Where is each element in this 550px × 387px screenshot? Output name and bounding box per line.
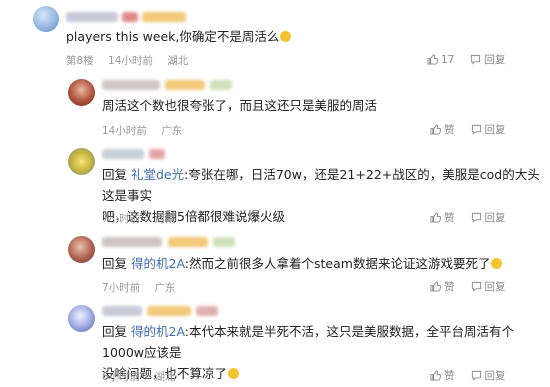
reply-button[interactable]: 回复 (485, 368, 506, 383)
comment-location: 湖北 (167, 55, 189, 67)
avatar[interactable] (68, 236, 95, 263)
user-tag-blurred (147, 306, 191, 316)
comment-location: 河南 (154, 213, 176, 225)
user-badge-blurred (196, 306, 218, 316)
smile-emoji (228, 368, 240, 379)
comment-meta: 第8楼 14小时前 湖北 (66, 53, 199, 68)
reply-to-user-link[interactable]: 得的机2A (131, 324, 185, 339)
like-icon[interactable] (430, 370, 441, 381)
avatar[interactable] (68, 148, 95, 175)
like-icon[interactable] (427, 54, 438, 65)
comment-location: 湖北 (154, 371, 176, 383)
reply-icon[interactable] (471, 281, 482, 292)
comment-text: 周活这个数也很夸张了，而且这还只是美服的周活 (102, 98, 378, 113)
smile-emoji (280, 31, 292, 42)
comment-time: 7小时前 (102, 282, 141, 294)
comment-meta: 6小时前 湖北 (102, 369, 187, 384)
comment-actions: 赞 回复 (430, 122, 506, 137)
reply-button[interactable]: 回复 (485, 122, 506, 137)
like-count[interactable]: 17 (441, 54, 454, 66)
comment-time: 7小时前 (102, 213, 141, 225)
like-icon[interactable] (430, 212, 441, 223)
username-blurred[interactable] (102, 237, 162, 247)
reply-button[interactable]: 回复 (485, 210, 506, 225)
like-icon[interactable] (430, 124, 441, 135)
reply-icon[interactable] (470, 54, 481, 65)
comment-actions: 赞 回复 (430, 210, 506, 225)
comment-time: 6小时前 (102, 371, 141, 383)
reply-icon[interactable] (471, 124, 482, 135)
like-button[interactable]: 赞 (444, 122, 455, 137)
comment-location: 广东 (154, 282, 176, 294)
reply-prefix: 回复 (102, 256, 128, 271)
reply-to-user-link[interactable]: 得的机2A (131, 256, 185, 271)
username-blurred[interactable] (66, 12, 118, 22)
comment-actions: 赞 回复 (430, 279, 506, 294)
comment-text: 回复 得的机2A:然而之前很多人拿着个steam数据来论证这游戏要死了 (102, 253, 503, 274)
user-badge-blurred (213, 237, 235, 247)
like-button[interactable]: 赞 (444, 368, 455, 383)
like-icon[interactable] (430, 281, 441, 292)
comment-time: 14小时前 (102, 125, 147, 137)
comment-actions: 17 回复 (427, 52, 505, 67)
comment-meta: 14小时前 广东 (102, 123, 193, 138)
floor-number: 第8楼 (66, 55, 94, 67)
reply-icon[interactable] (471, 212, 482, 223)
user-badge-blurred (122, 12, 138, 22)
user-badge-blurred (149, 149, 165, 159)
avatar[interactable] (68, 79, 95, 106)
comment-meta: 7小时前 河南 (102, 211, 187, 226)
username-blurred[interactable] (102, 80, 160, 90)
user-tag-blurred (168, 237, 208, 247)
avatar[interactable] (33, 6, 59, 32)
user-tag-blurred (142, 12, 186, 22)
reply-button[interactable]: 回复 (484, 52, 505, 67)
user-badge-blurred (210, 80, 232, 90)
comment-text: players this week,你确定不是周活么 (66, 26, 292, 47)
like-button[interactable]: 赞 (444, 279, 455, 294)
comment-actions: 赞 回复 (430, 368, 506, 383)
comment-location: 广东 (161, 125, 183, 137)
avatar[interactable] (68, 305, 95, 332)
username-blurred[interactable] (102, 149, 144, 159)
reply-prefix: 回复 (102, 167, 128, 182)
reply-to-user-link[interactable]: 礼堂de光 (131, 167, 184, 182)
reply-button[interactable]: 回复 (485, 279, 506, 294)
emoji (491, 258, 503, 269)
comment-meta: 7小时前 广东 (102, 280, 187, 295)
like-button[interactable]: 赞 (444, 210, 455, 225)
reply-prefix: 回复 (102, 324, 128, 339)
reply-icon[interactable] (471, 370, 482, 381)
user-tag-blurred (165, 80, 205, 90)
username-blurred[interactable] (102, 306, 142, 316)
comment-time: 14小时前 (108, 55, 153, 67)
